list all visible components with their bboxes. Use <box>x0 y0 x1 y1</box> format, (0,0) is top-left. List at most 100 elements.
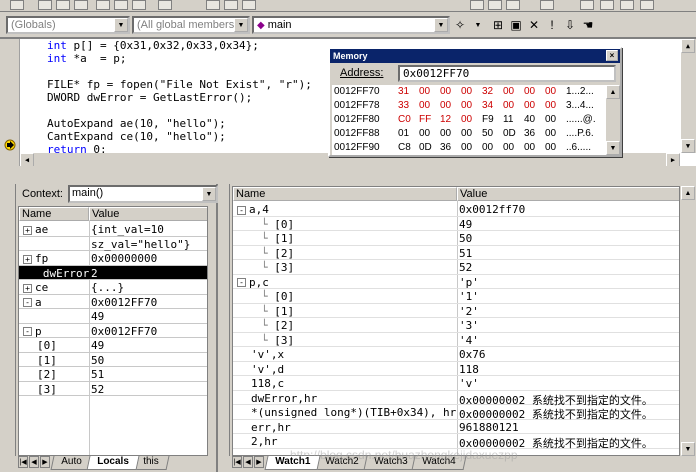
toolbar-button[interactable] <box>38 0 52 10</box>
watch-row[interactable]: - a,4 0x0012ff70 <box>233 202 679 217</box>
compile-icon[interactable]: ⊞ <box>490 17 506 33</box>
variable-row[interactable]: [1] 50 <box>19 353 207 367</box>
breakpoint-hand-icon[interactable]: ☚ <box>580 17 596 33</box>
watch-row[interactable]: └ [2] 51 <box>233 246 679 260</box>
expand-icon[interactable]: + <box>23 225 32 235</box>
chevron-down-icon[interactable]: ▼ <box>202 187 216 201</box>
watch-header-name[interactable]: Name <box>233 187 457 201</box>
collapse-icon[interactable]: - <box>237 205 246 215</box>
watch-row[interactable]: dwError,hr 0x00000002 系统找不到指定的文件。 <box>233 391 679 407</box>
tab-first-icon[interactable]: |◀ <box>18 456 28 468</box>
variable-row[interactable]: + fp 0x00000000 <box>19 251 207 266</box>
toolbar-button[interactable] <box>620 0 634 10</box>
toolbar-button[interactable] <box>56 0 70 10</box>
scroll-down-icon[interactable]: ▼ <box>681 139 695 153</box>
chevron-down-icon[interactable]: ▼ <box>470 17 486 33</box>
toolbar-button[interactable] <box>10 0 24 10</box>
scroll-down-icon[interactable]: ▼ <box>606 141 620 155</box>
toolbar-button[interactable] <box>488 0 502 10</box>
collapse-icon[interactable]: - <box>23 327 32 336</box>
watch-grid[interactable]: Name Value - a,4 0x0012ff70 └ [0] 49 └ [1] 50 └… <box>232 186 680 456</box>
watch-row[interactable]: └ [0] '1' <box>233 289 679 304</box>
variable-row[interactable]: - p 0x0012FF70 <box>19 324 207 338</box>
pane-splitter[interactable] <box>0 166 696 184</box>
variables-header-value[interactable]: Value <box>89 207 207 221</box>
go-icon[interactable]: ⇩ <box>562 17 578 33</box>
toolbar-button[interactable] <box>242 0 256 10</box>
wizard-action-icon[interactable]: ✧ <box>452 17 468 33</box>
watch-row[interactable]: └ [3] 52 <box>233 260 679 275</box>
toolbar-button[interactable] <box>158 0 172 10</box>
variable-row[interactable]: [3] 52 <box>19 382 207 396</box>
toolbar-button[interactable] <box>224 0 238 10</box>
scroll-up-icon[interactable]: ▲ <box>606 85 620 99</box>
collapse-icon[interactable]: - <box>237 278 246 287</box>
chevron-down-icon[interactable]: ▼ <box>434 18 448 32</box>
tab-locals[interactable]: Locals <box>86 456 139 470</box>
scroll-up-icon[interactable]: ▲ <box>681 39 695 53</box>
scroll-left-icon[interactable]: ◀ <box>20 153 34 167</box>
toolbar-button[interactable] <box>206 0 220 10</box>
watch-row[interactable]: err,hr 961880121 <box>233 420 679 434</box>
expand-icon[interactable]: + <box>23 254 32 264</box>
editor-vertical-scrollbar[interactable]: ▲ ▼ <box>680 39 696 153</box>
source-editor[interactable]: int p[] = {0x31,0x32,0x33,0x34}; int *a … <box>0 38 696 167</box>
toolbar-button[interactable] <box>470 0 484 10</box>
watch-scrollbar[interactable]: ▲ ▼ <box>680 186 696 456</box>
close-icon[interactable]: × <box>606 50 618 61</box>
variable-row[interactable]: 49 <box>19 309 207 324</box>
tab-prev-icon[interactable]: ◀ <box>29 456 39 468</box>
watch-row[interactable]: └ [1] '2' <box>233 304 679 318</box>
execute-icon[interactable]: ! <box>544 17 560 33</box>
scroll-down-icon[interactable]: ▼ <box>681 442 695 456</box>
toolbar-button[interactable] <box>74 0 88 10</box>
variable-row[interactable]: sz_val="hello"} <box>19 237 207 251</box>
tab-prev-icon[interactable]: ◀ <box>243 456 253 468</box>
function-combo[interactable]: ◆ main ▼ <box>252 16 450 34</box>
watch-row[interactable]: 118,c 'v' <box>233 376 679 391</box>
watch-row[interactable]: └ [0] 49 <box>233 217 679 231</box>
toolbar-button[interactable] <box>114 0 128 10</box>
chevron-down-icon[interactable]: ▼ <box>234 18 248 32</box>
stop-build-icon[interactable]: ✕ <box>526 17 542 33</box>
toolbar-button[interactable] <box>132 0 146 10</box>
variables-header-name[interactable]: Name <box>19 207 89 221</box>
toolbar-button[interactable] <box>600 0 614 10</box>
variables-pane-grip[interactable] <box>0 184 16 456</box>
tab-next-icon[interactable]: ▶ <box>40 456 50 468</box>
scope-combo[interactable]: (Globals) ▼ <box>6 16 130 34</box>
watch-header-value[interactable]: Value <box>457 187 679 201</box>
toolbar-button[interactable] <box>540 0 554 10</box>
toolbar-button[interactable] <box>580 0 594 10</box>
watch-row[interactable]: └ [3] '4' <box>233 333 679 347</box>
watch-row[interactable]: 2,hr 0x00000002 系统找不到指定的文件。 <box>233 434 679 450</box>
variable-row[interactable]: + ce {...} <box>19 280 207 295</box>
memory-address-input[interactable]: 0x0012FF70 <box>398 65 616 82</box>
watch-row[interactable]: └ [1] 50 <box>233 231 679 246</box>
variable-row[interactable]: [2] 51 <box>19 367 207 382</box>
collapse-icon[interactable]: - <box>23 298 32 307</box>
chevron-down-icon[interactable]: ▼ <box>114 18 128 32</box>
context-combo[interactable]: main() ▼ <box>68 185 218 203</box>
tab-first-icon[interactable]: |◀ <box>232 456 242 468</box>
variable-row[interactable]: - a 0x0012FF70 <box>19 295 207 309</box>
memory-window-title[interactable]: Memory × <box>330 49 620 63</box>
scroll-right-icon[interactable]: ▶ <box>666 153 680 167</box>
tab-watch1[interactable]: Watch1 <box>264 456 321 470</box>
watch-row[interactable]: - p,c 'p' <box>233 275 679 289</box>
watch-pane-grip[interactable] <box>220 184 230 456</box>
members-combo[interactable]: (All global members ▼ <box>132 16 250 34</box>
watch-row[interactable]: *(unsigned long*)(TIB+0x34), hr 0x0000000… <box>233 405 679 421</box>
variables-grid[interactable]: Name Value + ae {int_val=10 sz_val="hello"… <box>18 206 208 456</box>
toolbar-button[interactable] <box>506 0 520 10</box>
toolbar-button[interactable] <box>96 0 110 10</box>
tab-next-icon[interactable]: ▶ <box>254 456 264 468</box>
expand-icon[interactable]: + <box>23 283 32 293</box>
watch-row[interactable]: 'v',d 118 <box>233 362 679 376</box>
memory-scrollbar[interactable]: ▲ ▼ <box>606 85 620 155</box>
variable-row[interactable]: [0] 49 <box>19 338 207 353</box>
watch-row[interactable]: └ [2] '3' <box>233 318 679 333</box>
variable-row[interactable]: + ae {int_val=10 <box>19 222 207 237</box>
variable-row[interactable]: dwError 2 <box>19 265 207 280</box>
watch-row[interactable]: 'v',x 0x76 <box>233 347 679 362</box>
